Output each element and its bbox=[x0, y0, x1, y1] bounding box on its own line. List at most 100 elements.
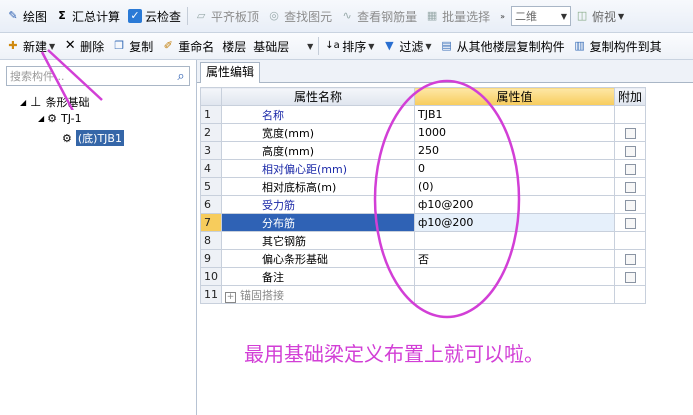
tree-leaf-tjb1[interactable]: ⚙ (底)TJB1 bbox=[62, 130, 124, 146]
collapse-icon[interactable]: ◢ bbox=[20, 98, 26, 107]
property-value-cell[interactable] bbox=[414, 285, 615, 304]
property-value-cell[interactable]: TJB1 bbox=[414, 105, 615, 124]
extra-checkbox[interactable] bbox=[624, 163, 636, 175]
align-slab-button[interactable]: ▱ 平齐板顶 bbox=[190, 5, 263, 27]
property-grid: 属性名称 属性值 附加 1 名称 TJB1 2 宽度(mm) 1000 3 高度(mm) 250… bbox=[200, 87, 647, 304]
property-value-cell[interactable] bbox=[414, 231, 615, 250]
property-name-cell[interactable]: 名称 bbox=[221, 105, 415, 124]
property-name: 宽度(mm) bbox=[262, 126, 315, 140]
copy-from-floor-button[interactable]: ▤ 从其他楼层复制构件 bbox=[436, 35, 569, 57]
property-name-cell[interactable]: 其它钢筋 bbox=[221, 231, 415, 250]
new-button[interactable]: ✚ 新建 ▼ bbox=[2, 35, 59, 57]
property-value-cell[interactable]: 1000 bbox=[414, 123, 615, 142]
extra-cell bbox=[613, 285, 647, 304]
table-row[interactable]: 7 分布筋 ф10@200 bbox=[200, 213, 647, 232]
filter-button[interactable]: ▼ 过滤 ▼ bbox=[378, 35, 435, 57]
component-tree-panel: 搜索构件... ⌕ ◢ ⊥ 条形基础 ◢ ⚙ TJ-1 ⚙ (底)TJB1 bbox=[0, 49, 197, 415]
component-toolbar: ✚ 新建 ▼ ✕ 删除 ❐ 复制 ✐ 重命名 楼层 基础层 ▼ ↓a 排序 ▼ … bbox=[0, 33, 693, 60]
find-element-label: 查找图元 bbox=[284, 9, 333, 24]
cloud-check-button[interactable]: ✓ 云检查 bbox=[124, 5, 185, 27]
table-row[interactable]: 9 偏心条形基础 否 bbox=[200, 249, 647, 268]
table-row[interactable]: 8 其它钢筋 bbox=[200, 231, 647, 250]
property-value-cell[interactable] bbox=[414, 267, 615, 286]
table-row[interactable]: 11 + 锚固搭接 bbox=[200, 285, 647, 304]
view-rebar-label: 查看钢筋量 bbox=[357, 9, 418, 24]
expand-icon[interactable]: + bbox=[225, 291, 236, 303]
row-number: 9 bbox=[200, 249, 222, 268]
search-icon[interactable]: ⌕ bbox=[173, 69, 189, 84]
collapse-icon[interactable]: ◢ bbox=[38, 114, 44, 123]
row-number: 4 bbox=[200, 159, 222, 178]
property-name-cell[interactable]: 相对底标高(m) bbox=[221, 177, 415, 196]
rebar-icon: ∿ bbox=[342, 9, 352, 22]
property-value-cell[interactable]: 否 bbox=[414, 249, 615, 268]
table-row[interactable]: 3 高度(mm) 250 bbox=[200, 141, 647, 160]
copy-button[interactable]: ❐ 复制 bbox=[108, 35, 157, 57]
rename-button[interactable]: ✐ 重命名 bbox=[157, 35, 218, 57]
extra-checkbox[interactable] bbox=[624, 181, 636, 193]
overflow-chevron-icon[interactable]: » bbox=[500, 12, 505, 21]
property-value-cell[interactable]: 250 bbox=[414, 141, 615, 160]
extra-checkbox[interactable] bbox=[624, 127, 636, 139]
tree-root[interactable]: ◢ ⊥ 条形基础 bbox=[20, 94, 89, 110]
property-name-cell[interactable]: 偏心条形基础 bbox=[221, 249, 415, 268]
property-value-cell[interactable]: ф10@200 bbox=[414, 195, 615, 214]
view-dir-label: 俯视 bbox=[592, 9, 617, 24]
row-number: 7 bbox=[200, 213, 222, 232]
property-name: 备注 bbox=[262, 270, 284, 284]
property-name-cell[interactable]: 宽度(mm) bbox=[221, 123, 415, 142]
main-toolbar: ✎ 绘图 Σ 汇总计算 ✓ 云检查 ▱ 平齐板顶 ◎ 查找图元 ∿ 查看钢筋量 … bbox=[0, 0, 693, 33]
sort-label: 排序 bbox=[342, 39, 367, 54]
batch-icon: ▦ bbox=[426, 9, 438, 22]
copy-to-button[interactable]: ▥ 复制构件到其 bbox=[569, 35, 666, 57]
extra-checkbox[interactable] bbox=[624, 253, 636, 265]
property-value-cell[interactable]: 0 bbox=[414, 159, 615, 178]
property-name: 其它钢筋 bbox=[262, 234, 306, 248]
floor-select[interactable]: 基础层 ▼ bbox=[250, 37, 316, 55]
pencil-icon: ✎ bbox=[8, 9, 18, 22]
find-element-button[interactable]: ◎ 查找图元 bbox=[263, 5, 336, 27]
gear-icon: ⚙ bbox=[62, 131, 72, 145]
view-mode-select[interactable]: 二维 ▼ bbox=[511, 6, 572, 26]
batch-select-button[interactable]: ▦ 批量选择 bbox=[421, 5, 494, 27]
search-box[interactable]: 搜索构件... ⌕ bbox=[6, 66, 190, 86]
annotation-caption: 最用基础梁定义布置上就可以啦。 bbox=[244, 342, 544, 366]
copy-to-icon: ▥ bbox=[574, 39, 585, 52]
tab-property-edit[interactable]: 属性编辑 bbox=[200, 62, 261, 83]
draw-button[interactable]: ✎ 绘图 bbox=[2, 5, 51, 27]
delete-button[interactable]: ✕ 删除 bbox=[59, 35, 108, 57]
property-name-cell[interactable]: 高度(mm) bbox=[221, 141, 415, 160]
property-value-cell[interactable]: ф10@200 bbox=[414, 213, 615, 232]
extra-cell bbox=[613, 195, 647, 214]
extra-checkbox[interactable] bbox=[624, 271, 636, 283]
extra-checkbox[interactable] bbox=[624, 217, 636, 229]
chevron-down-icon: ▼ bbox=[368, 41, 375, 51]
table-row[interactable]: 1 名称 TJB1 bbox=[200, 105, 647, 124]
extra-checkbox[interactable] bbox=[624, 199, 636, 211]
property-name-cell[interactable]: + 锚固搭接 bbox=[221, 285, 415, 304]
property-value-cell[interactable]: (0) bbox=[414, 177, 615, 196]
filter-label: 过滤 bbox=[399, 39, 424, 54]
table-row[interactable]: 5 相对底标高(m) (0) bbox=[200, 177, 647, 196]
table-row[interactable]: 10 备注 bbox=[200, 267, 647, 286]
property-name-cell[interactable]: 备注 bbox=[221, 267, 415, 286]
extra-checkbox[interactable] bbox=[624, 145, 636, 157]
sort-button[interactable]: ↓a 排序 ▼ bbox=[321, 35, 378, 57]
tree-node-tj1[interactable]: ◢ ⚙ TJ-1 bbox=[38, 112, 82, 125]
extra-cell bbox=[613, 177, 647, 196]
close-icon: ✕ bbox=[64, 38, 76, 53]
sum-button[interactable]: Σ 汇总计算 bbox=[51, 5, 124, 27]
search-input[interactable]: 搜索构件... bbox=[7, 68, 173, 84]
view-dir-button[interactable]: ◫ 俯视 ▼ bbox=[571, 5, 628, 27]
property-name-cell[interactable]: 分布筋 bbox=[221, 213, 415, 232]
table-row[interactable]: 6 受力筋 ф10@200 bbox=[200, 195, 647, 214]
row-number-header bbox=[200, 87, 222, 106]
view-rebar-button[interactable]: ∿ 查看钢筋量 bbox=[336, 5, 421, 27]
rename-label: 重命名 bbox=[178, 39, 215, 54]
property-name-cell[interactable]: 受力筋 bbox=[221, 195, 415, 214]
property-name-cell[interactable]: 相对偏心距(mm) bbox=[221, 159, 415, 178]
property-value-header: 属性值 bbox=[414, 87, 615, 106]
table-row[interactable]: 4 相对偏心距(mm) 0 bbox=[200, 159, 647, 178]
chevron-down-icon: ▼ bbox=[560, 11, 568, 21]
table-row[interactable]: 2 宽度(mm) 1000 bbox=[200, 123, 647, 142]
